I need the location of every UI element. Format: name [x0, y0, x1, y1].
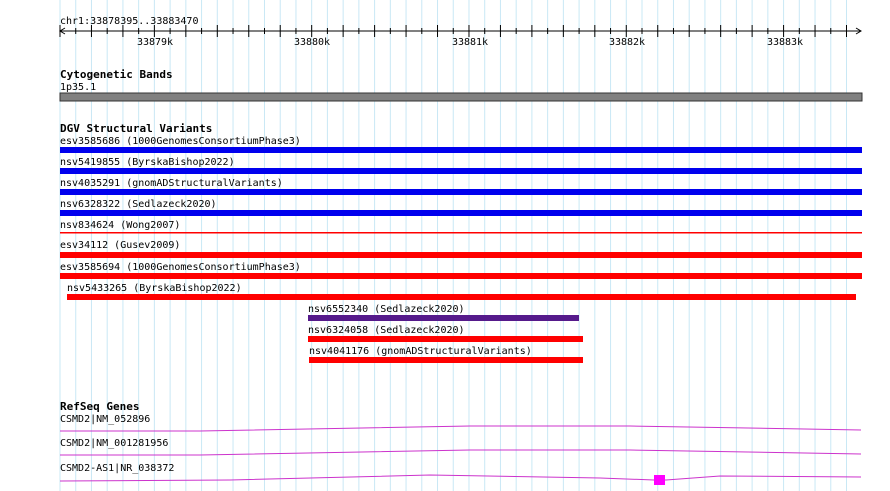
refseq-gene[interactable]: CSMD2|NM_001281956: [60, 438, 862, 456]
cytoband-track[interactable]: Cytogenetic Bands 1p35.1: [59, 68, 863, 102]
dgv-track[interactable]: DGV Structural Variants esv3585686 (1000…: [60, 122, 862, 363]
refseq-gene-label: CSMD2|NM_052896: [60, 414, 150, 425]
dgv-feature[interactable]: nsv6552340 (Sedlazeck2020): [308, 304, 579, 321]
dgv-feature-label: nsv834624 (Wong2007): [60, 220, 180, 231]
dgv-feature-label: nsv6328322 (Sedlazeck2020): [60, 199, 217, 210]
refseq-gene-line[interactable]: [59, 474, 862, 482]
refseq-track[interactable]: RefSeq Genes CSMD2|NM_052896 CSMD2|NM_00…: [59, 400, 862, 485]
refseq-gene-line[interactable]: [60, 449, 862, 456]
dgv-feature-bar[interactable]: [60, 232, 862, 234]
ruler-range-label: chr1:33878395..33883470: [60, 16, 198, 27]
dgv-feature-bar[interactable]: [60, 189, 862, 195]
dgv-feature-label: nsv6324058 (Sedlazeck2020): [308, 325, 465, 336]
dgv-feature[interactable]: esv3585694 (1000GenomesConsortiumPhase3): [60, 262, 862, 279]
dgv-feature[interactable]: nsv6324058 (Sedlazeck2020): [308, 325, 583, 342]
refseq-gene-label: CSMD2-AS1|NR_038372: [60, 463, 174, 474]
dgv-feature-bar[interactable]: [60, 168, 862, 174]
dgv-feature-bar[interactable]: [308, 336, 583, 342]
dgv-feature-label: nsv5419855 (ByrskaBishop2022): [60, 157, 235, 168]
dgv-feature-bar[interactable]: [60, 147, 862, 153]
dgv-feature[interactable]: nsv6328322 (Sedlazeck2020): [60, 199, 862, 216]
dgv-feature-bar[interactable]: [60, 252, 862, 258]
refseq-gene[interactable]: CSMD2-AS1|NR_038372: [59, 463, 862, 485]
refseq-gene-label: CSMD2|NM_001281956: [60, 438, 168, 449]
refseq-gene[interactable]: CSMD2|NM_052896: [60, 414, 862, 432]
dgv-feature-bar[interactable]: [67, 294, 856, 300]
ruler-tick-label: 33881k: [452, 37, 488, 48]
ruler-tick-label: 33882k: [609, 37, 645, 48]
dgv-feature-label: nsv5433265 (ByrskaBishop2022): [67, 283, 242, 294]
dgv-feature[interactable]: nsv5419855 (ByrskaBishop2022): [60, 157, 862, 174]
track-title-cytoband: Cytogenetic Bands: [60, 68, 173, 81]
dgv-feature[interactable]: nsv5433265 (ByrskaBishop2022): [67, 283, 856, 300]
dgv-feature[interactable]: esv3585686 (1000GenomesConsortiumPhase3): [60, 136, 862, 153]
dgv-feature-label: nsv4041176 (gnomADStructuralVariants): [309, 346, 532, 357]
genome-browser-view[interactable]: chr1:33878395..33883470 33879k 33880k 33…: [0, 0, 890, 491]
cytoband-label: 1p35.1: [60, 82, 96, 93]
dgv-feature[interactable]: esv34112 (Gusev2009): [60, 240, 862, 258]
track-title-dgv: DGV Structural Variants: [60, 122, 212, 135]
ruler-track[interactable]: chr1:33878395..33883470 33879k 33880k 33…: [59, 16, 862, 48]
dgv-feature-label: esv34112 (Gusev2009): [60, 240, 180, 251]
dgv-feature-label: nsv6552340 (Sedlazeck2020): [308, 304, 465, 315]
dgv-feature-bar[interactable]: [60, 273, 862, 279]
dgv-feature-label: esv3585694 (1000GenomesConsortiumPhase3): [60, 262, 301, 273]
refseq-gene-line[interactable]: [60, 425, 862, 432]
ruler-tick-label: 33879k: [137, 37, 173, 48]
dgv-feature[interactable]: nsv834624 (Wong2007): [60, 220, 862, 234]
track-title-refseq: RefSeq Genes: [60, 400, 139, 413]
dgv-feature-bar[interactable]: [308, 315, 579, 321]
dgv-feature-bar[interactable]: [309, 357, 583, 363]
dgv-feature[interactable]: nsv4041176 (gnomADStructuralVariants): [309, 346, 583, 363]
dgv-feature-label: esv3585686 (1000GenomesConsortiumPhase3): [60, 136, 301, 147]
ruler-tick-label: 33880k: [294, 37, 330, 48]
dgv-feature-label: nsv4035291 (gnomADStructuralVariants): [60, 178, 283, 189]
dgv-feature[interactable]: nsv4035291 (gnomADStructuralVariants): [60, 178, 862, 195]
ruler-tick-label: 33883k: [767, 37, 803, 48]
dgv-feature-bar[interactable]: [60, 210, 862, 216]
cytoband-bar[interactable]: [59, 92, 863, 102]
refseq-exon[interactable]: [654, 475, 665, 485]
